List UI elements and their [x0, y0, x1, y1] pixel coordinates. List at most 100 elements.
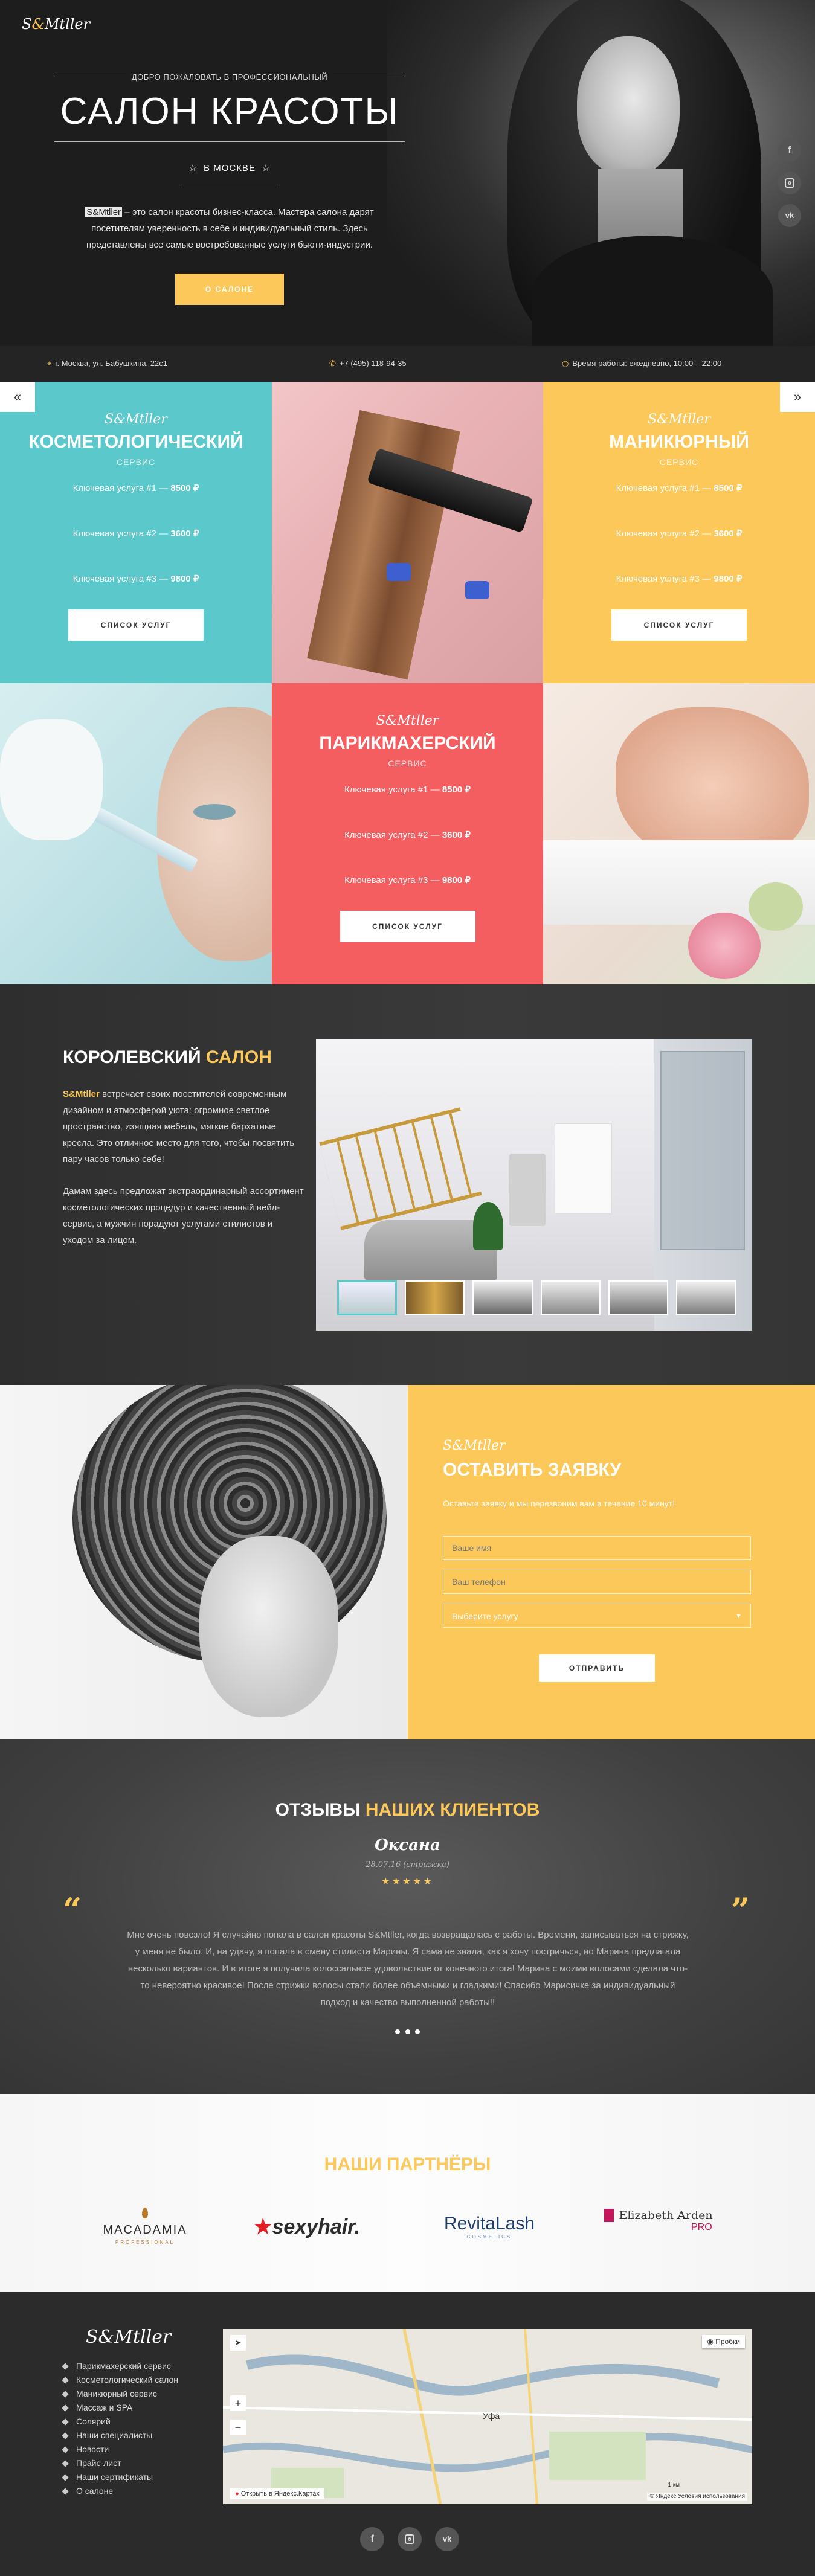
gallery-thumbnail[interactable] — [608, 1280, 668, 1315]
injection-photo — [0, 683, 272, 984]
facebook-icon: f — [370, 2534, 374, 2544]
zoom-out-button[interactable]: − — [230, 2420, 246, 2435]
info-phone[interactable]: ✆ +7 (495) 118-94-35 — [329, 359, 407, 368]
photo-rose — [688, 913, 761, 979]
partners-title: НАШИ ПАРТНЁРЫ — [324, 2154, 491, 2174]
instagram-button[interactable] — [778, 172, 801, 194]
photo-rope-ladder — [319, 1107, 482, 1230]
gallery-thumbnail[interactable] — [337, 1280, 398, 1315]
gallery-thumbnails — [337, 1280, 736, 1317]
review-dot[interactable] — [414, 2029, 420, 2034]
star-icon: ★ — [391, 1877, 402, 1887]
chevron-down-icon: ▼ — [735, 1613, 742, 1620]
service-price: 8500 ₽ — [170, 483, 199, 493]
royal-title: КОРОЛЕВСКИЙ САЛОН — [63, 1047, 304, 1068]
yandex-pin-icon: ● — [235, 2490, 239, 2497]
review-dot[interactable] — [405, 2029, 410, 2034]
manicure-photo — [543, 683, 815, 984]
partner-name: MACADAMIA — [103, 2223, 187, 2237]
service-list-button[interactable]: СПИСОК УСЛУГ — [68, 609, 204, 641]
footer-social: f vk — [360, 2527, 459, 2551]
service-row[interactable]: Ключевая услуга #3 — 9800 ₽ — [272, 875, 543, 911]
gallery-thumbnail[interactable] — [675, 1280, 736, 1315]
service-name: Ключевая услуга #3 — [72, 574, 156, 584]
review-dot[interactable] — [395, 2029, 401, 2034]
partner-logo-revitalash[interactable]: RevitaLash COSMETICS — [432, 2214, 547, 2240]
card-title: ПАРИКМАХЕРСКИЙ — [319, 733, 496, 753]
facebook-icon: f — [788, 145, 791, 155]
footer-link[interactable]: Парикмахерский сервис — [63, 2359, 178, 2373]
service-name: Ключевая услуга #1 — [616, 483, 700, 493]
phone-field[interactable] — [443, 1570, 751, 1594]
curly-hair-photo — [0, 1385, 408, 1739]
submit-button[interactable]: ОТПРАВИТЬ — [539, 1654, 655, 1682]
card-title: КОСМЕТОЛОГИЧЕСКИЙ — [28, 432, 243, 452]
footer-link[interactable]: Прайс-лист — [63, 2456, 178, 2470]
card-subtitle: СЕРВИС — [116, 457, 156, 467]
open-in-yandex-link[interactable]: ● Открыть в Яндекс.Картах — [230, 2488, 324, 2499]
card-logo: S&Mtller — [105, 412, 167, 427]
photo-leaf — [749, 882, 803, 931]
map-locate-button[interactable]: ➤ — [230, 2335, 246, 2351]
traffic-button[interactable]: ◉ Пробки — [702, 2335, 745, 2348]
hero-description: S&Mtller – это салон красоты бизнес-клас… — [60, 204, 399, 253]
footer-link[interactable]: Новости — [63, 2443, 178, 2456]
footer-link[interactable]: Массаж и SPA — [63, 2401, 178, 2415]
phone-text: +7 (495) 118-94-35 — [339, 359, 407, 368]
photo-clip-2 — [465, 581, 489, 599]
hair-straightener-photo — [272, 382, 543, 683]
yandex-map[interactable]: Уфа ◉ Пробки ➤ + − ● Открыть в Яндекс.Ка… — [223, 2329, 752, 2504]
footer-link[interactable]: О салоне — [63, 2484, 178, 2498]
hero-model-face — [577, 36, 680, 175]
card-logo: S&Mtller — [376, 713, 439, 728]
services-grid: S&Mtller КОСМЕТОЛОГИЧЕСКИЙ СЕРВИС Ключев… — [0, 382, 815, 984]
service-price: 3600 ₽ — [714, 528, 743, 539]
slider-prev-button[interactable]: « — [0, 382, 35, 412]
vk-icon: vk — [785, 211, 794, 220]
service-list-button[interactable]: СПИСОК УСЛУГ — [611, 609, 747, 641]
site-logo[interactable]: S&Mtller — [22, 16, 90, 33]
about-salon-button[interactable]: О САЛОНЕ — [175, 274, 284, 305]
vk-button[interactable]: vk — [435, 2527, 459, 2551]
partners-section: НАШИ ПАРТНЁРЫ MACADAMIA PROFESSIONAL ★se… — [0, 2094, 815, 2292]
instagram-button[interactable] — [398, 2527, 422, 2551]
card-logo: S&Mtller — [648, 412, 710, 427]
footer-link[interactable]: Косметологический салон — [63, 2373, 178, 2387]
partner-logo-macadamia[interactable]: MACADAMIA PROFESSIONAL — [91, 2208, 199, 2245]
gallery-thumbnail[interactable] — [540, 1280, 601, 1315]
service-row[interactable]: Ключевая услуга #1 — 8500 ₽ — [543, 483, 815, 528]
name-field[interactable] — [443, 1536, 751, 1560]
partner-logo-sexyhair[interactable]: ★sexyhair. — [254, 2215, 375, 2239]
facebook-button[interactable]: f — [778, 139, 801, 162]
footer-link[interactable]: Наши специалисты — [63, 2429, 178, 2443]
gallery-thumbnail[interactable] — [405, 1280, 465, 1315]
facebook-button[interactable]: f — [360, 2527, 384, 2551]
reviews-title-white: ОТЗЫВЫ — [275, 1800, 361, 1820]
service-row[interactable]: Ключевая услуга #2 — 3600 ₽ — [0, 528, 272, 573]
partner-logo-elizabeth-arden[interactable]: Elizabeth Arden PRO — [604, 2209, 725, 2233]
footer-link[interactable]: Маникюрный сервис — [63, 2387, 178, 2401]
service-price: 3600 ₽ — [442, 830, 471, 840]
service-row[interactable]: Ключевая услуга #1 — 8500 ₽ — [272, 784, 543, 829]
footer-logo[interactable]: S&Mtller — [86, 2327, 171, 2348]
vk-button[interactable]: vk — [778, 204, 801, 227]
service-row[interactable]: Ключевая услуга #1 — 8500 ₽ — [0, 483, 272, 528]
hero-title-underline — [54, 141, 405, 142]
service-select[interactable]: Выберите услугу ▼ — [443, 1604, 751, 1628]
service-row[interactable]: Ключевая услуга #3 — 9800 ₽ — [543, 573, 815, 609]
hero-social-bar: f vk — [778, 139, 802, 227]
slider-next-button[interactable]: » — [780, 382, 815, 412]
gallery-thumbnail[interactable] — [472, 1280, 533, 1315]
service-row[interactable]: Ключевая услуга #3 — 9800 ₽ — [0, 573, 272, 609]
service-row[interactable]: Ключевая услуга #2 — 3600 ₽ — [272, 829, 543, 875]
zoom-in-button[interactable]: + — [230, 2395, 246, 2411]
service-list-button[interactable]: СПИСОК УСЛУГ — [340, 911, 475, 942]
footer-link[interactable]: Солярий — [63, 2415, 178, 2429]
hero-city-row: ☆ В МОСКВЕ ☆ — [54, 162, 405, 173]
info-hours: ◷ Время работы: ежедневно, 10:00 – 22:00 — [562, 359, 721, 368]
photo-shelf — [509, 1154, 546, 1226]
footer-link[interactable]: Наши сертификаты — [63, 2470, 178, 2484]
service-row[interactable]: Ключевая услуга #2 — 3600 ₽ — [543, 528, 815, 573]
service-price: 8500 ₽ — [714, 483, 743, 493]
map-terms[interactable]: © Яндекс Условия использования — [647, 2493, 747, 2501]
